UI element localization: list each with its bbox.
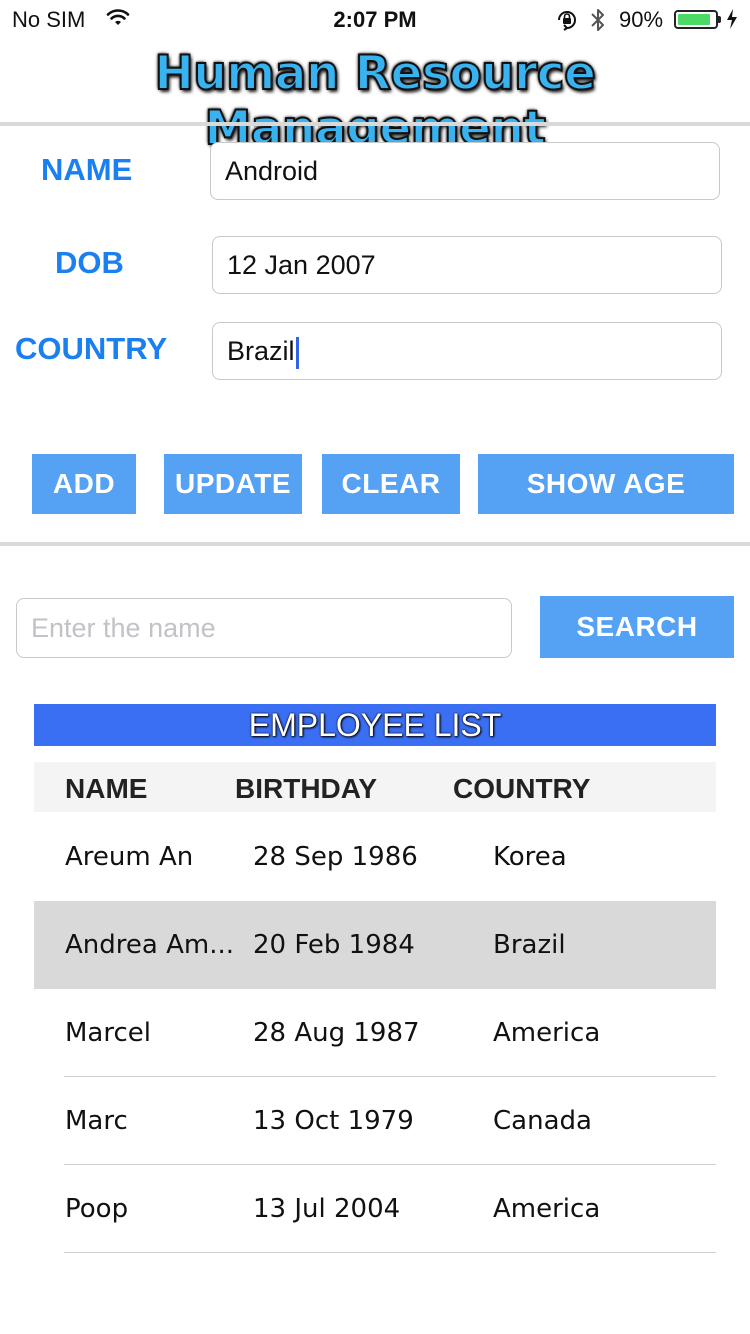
battery-icon <box>674 10 718 29</box>
dob-field[interactable]: 12 Jan 2007 <box>212 236 722 294</box>
country-field[interactable]: Brazil <box>212 322 722 380</box>
search-input[interactable]: Enter the name <box>16 598 512 658</box>
employee-list-title: EMPLOYEE LIST <box>34 704 716 746</box>
header-birthday: BIRTHDAY <box>235 773 378 804</box>
show-age-button[interactable]: SHOW AGE <box>478 454 734 514</box>
bluetooth-icon <box>589 6 607 38</box>
row-birthday: 13 Jul 2004 <box>253 1194 401 1224</box>
row-birthday: 28 Sep 1986 <box>253 842 418 872</box>
table-row[interactable]: Marcel 28 Aug 1987 America <box>34 989 716 1077</box>
row-birthday: 28 Aug 1987 <box>253 1018 420 1048</box>
clear-button[interactable]: CLEAR <box>322 454 460 514</box>
row-birthday: 20 Feb 1984 <box>253 930 415 960</box>
app-title: Human Resource Management <box>153 45 597 157</box>
text-cursor <box>295 336 299 369</box>
rotation-lock-icon <box>555 8 579 36</box>
header-divider <box>0 122 750 126</box>
battery-percent: 90% <box>619 7 664 32</box>
name-field[interactable]: Android <box>210 142 720 200</box>
table-row[interactable]: Poop 13 Jul 2004 America <box>34 1165 716 1253</box>
add-button[interactable]: ADD <box>32 454 136 514</box>
country-label: COUNTRY <box>15 331 168 366</box>
table-row[interactable]: Marc 13 Oct 1979 Canada <box>34 1077 716 1165</box>
dob-label: DOB <box>55 245 124 280</box>
header-country: COUNTRY <box>453 773 591 804</box>
battery-cap <box>718 16 721 23</box>
charging-bolt-icon <box>726 8 738 34</box>
row-birthday: 13 Oct 1979 <box>253 1106 414 1136</box>
row-separator <box>64 1252 716 1253</box>
header-name: NAME <box>65 773 148 804</box>
row-country: America <box>493 1018 601 1048</box>
update-button[interactable]: UPDATE <box>164 454 302 514</box>
row-country: Canada <box>493 1106 592 1136</box>
form-divider <box>0 542 750 546</box>
row-name: Areum An <box>65 842 194 872</box>
row-name: Marc <box>65 1106 128 1136</box>
row-name: Marcel <box>65 1018 151 1048</box>
status-bar: No SIM 2:07 PM 90% <box>0 0 750 40</box>
row-name: Poop <box>65 1194 129 1224</box>
row-country: Brazil <box>493 930 566 960</box>
search-button[interactable]: SEARCH <box>540 596 734 658</box>
employee-list-header: NAME BIRTHDAY COUNTRY <box>34 762 716 812</box>
table-row[interactable]: Areum An 28 Sep 1986 Korea <box>34 813 716 901</box>
row-country: America <box>493 1194 601 1224</box>
name-label: NAME <box>41 152 133 187</box>
country-field-value: Brazil <box>227 336 295 366</box>
row-country: Korea <box>493 842 567 872</box>
row-name: Andrea Am... <box>65 930 234 960</box>
table-row[interactable]: Andrea Am... 20 Feb 1984 Brazil <box>34 901 716 989</box>
